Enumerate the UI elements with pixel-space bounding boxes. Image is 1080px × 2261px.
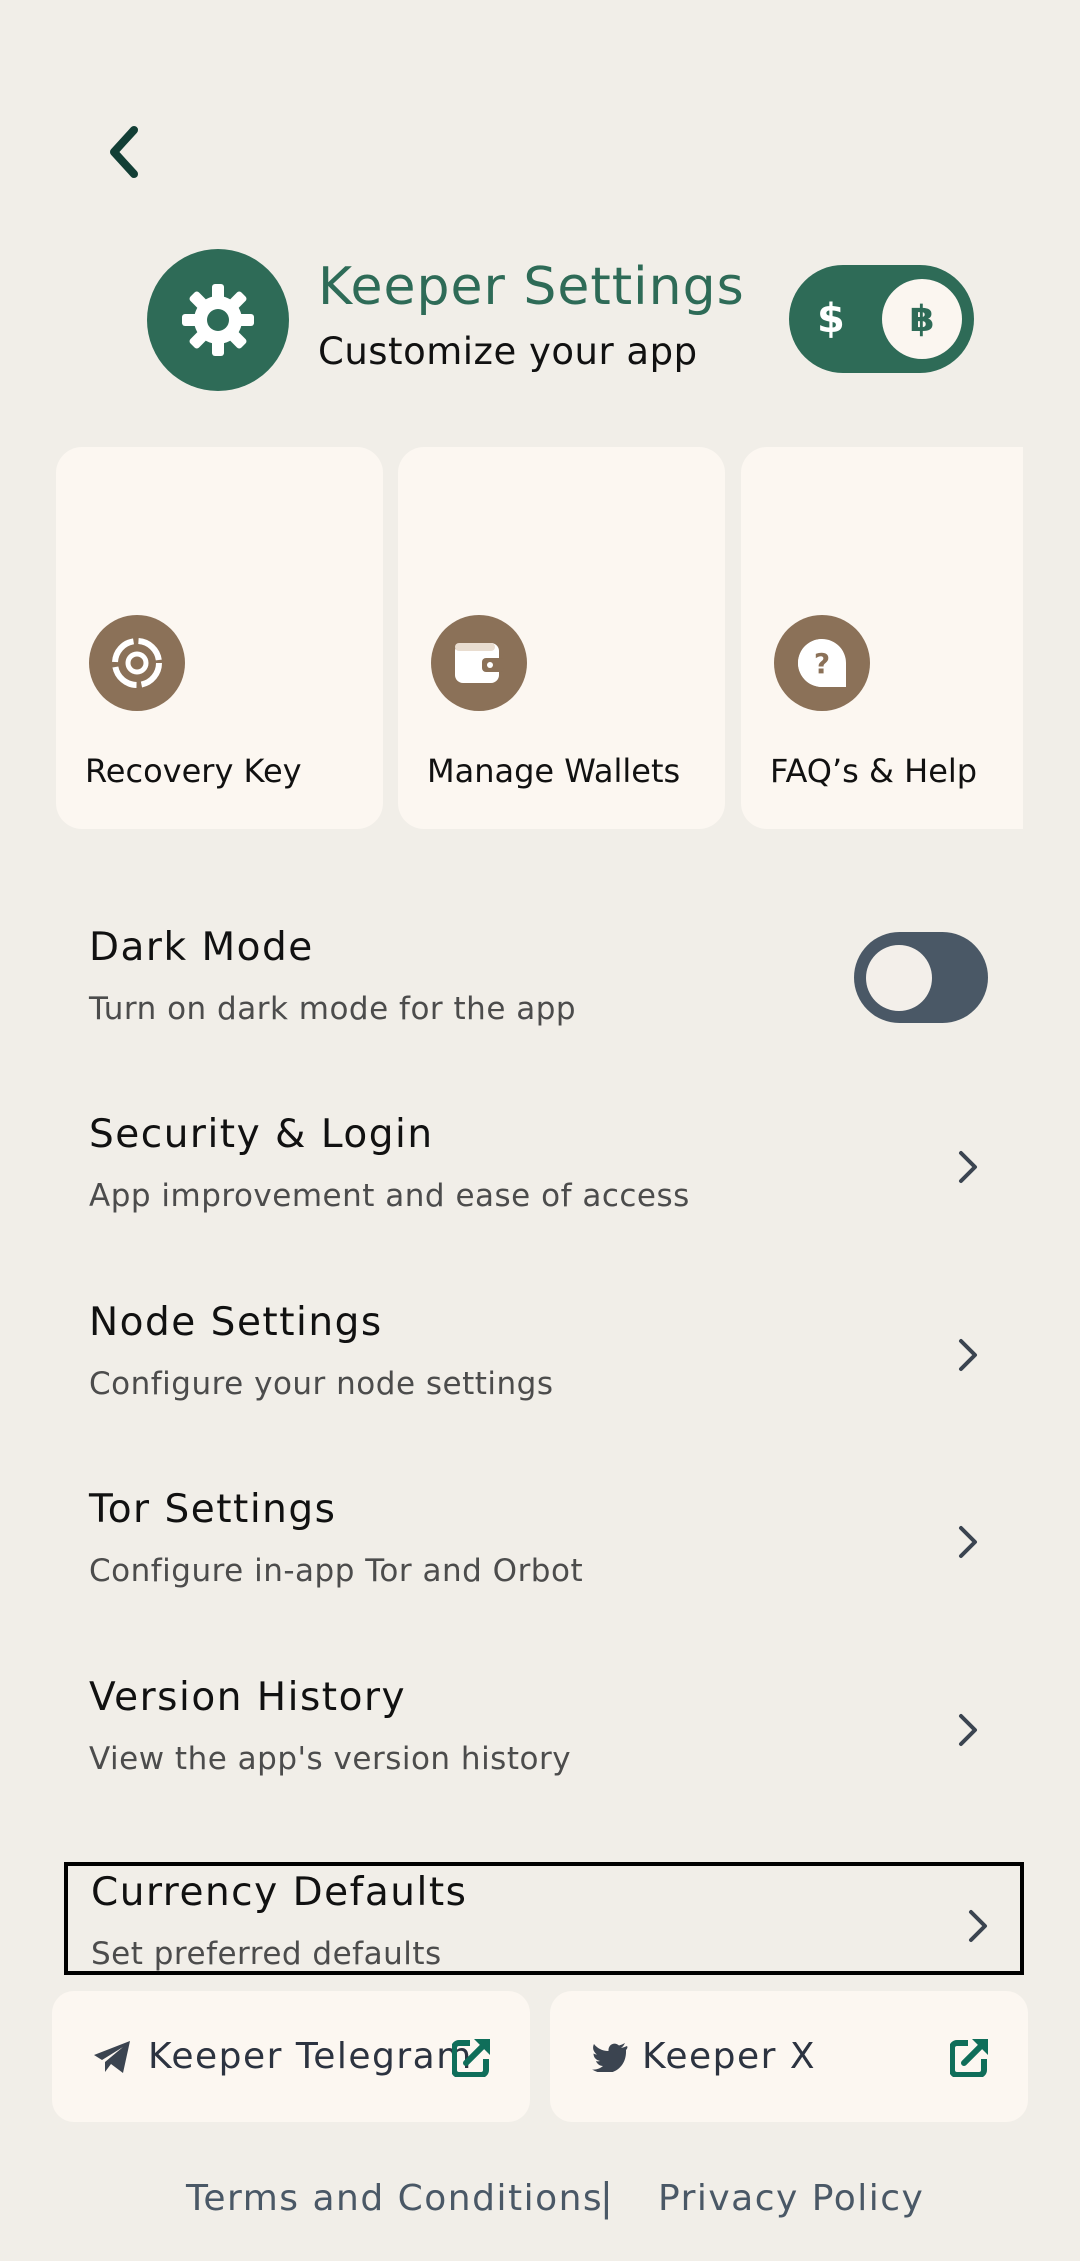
link-label: Keeper X [642,2036,817,2077]
page-title: Keeper Settings [318,257,745,317]
card-recovery-key[interactable]: Recovery Key [56,447,383,829]
setting-node-settings[interactable]: Node Settings Configure your node settin… [66,1300,1006,1413]
card-label: Recovery Key [85,752,302,790]
terms-link[interactable]: Terms and Conditions [186,2178,603,2219]
bitcoin-symbol: ฿ [882,279,962,359]
page-subtitle: Customize your app [318,330,698,373]
twitter-icon [588,2035,632,2079]
chevron-right-icon [958,1896,998,1956]
footer-separator: | [600,2175,613,2219]
help-icon-badge: ? [774,615,870,711]
setting-dark-mode[interactable]: Dark Mode Turn on dark mode for the app [66,925,1006,1038]
telegram-icon [90,2035,134,2079]
dark-mode-toggle[interactable] [854,932,988,1023]
help-icon: ? [798,639,846,687]
chevron-right-icon [948,1137,988,1197]
setting-subtitle: Configure your node settings [89,1366,554,1402]
chevron-left-icon [110,126,138,178]
setting-security-login[interactable]: Security & Login App improvement and eas… [66,1112,1006,1225]
setting-subtitle: App improvement and ease of access [89,1178,690,1214]
setting-title: Dark Mode [89,925,314,970]
chevron-right-icon [948,1325,988,1385]
chevron-right-icon [948,1700,988,1760]
link-label: Keeper Telegram [148,2036,473,2077]
recovery-key-icon-badge [89,615,185,711]
external-link-icon [451,2037,492,2078]
external-link-icon [949,2037,990,2078]
svg-text:?: ? [814,647,830,680]
toggle-knob [866,945,932,1011]
keeper-x-link[interactable]: Keeper X [550,1991,1028,2122]
currency-toggle[interactable]: $ ฿ [789,265,974,373]
setting-currency-defaults[interactable]: Currency Defaults Set preferred defaults [64,1862,1024,1975]
card-faq-help[interactable]: ? FAQ’s & Help [741,447,1023,829]
wallet-icon-badge [431,615,527,711]
gear-icon [182,284,254,356]
setting-title: Node Settings [89,1300,383,1345]
keeper-telegram-link[interactable]: Keeper Telegram [52,1991,530,2122]
setting-title: Tor Settings [89,1487,337,1532]
setting-version-history[interactable]: Version History View the app's version h… [66,1675,1006,1788]
wallet-icon [455,643,504,683]
setting-subtitle: Configure in-app Tor and Orbot [89,1553,584,1589]
header-settings-badge [147,249,289,391]
privacy-link[interactable]: Privacy Policy [658,2178,924,2219]
card-manage-wallets[interactable]: Manage Wallets [398,447,725,829]
dollar-symbol: $ [817,296,845,342]
setting-title: Security & Login [89,1112,434,1157]
setting-subtitle: View the app's version history [89,1741,572,1777]
back-button[interactable] [92,116,156,188]
recovery-key-icon [112,638,162,688]
card-label: Manage Wallets [427,752,681,790]
setting-subtitle: Set preferred defaults [91,1936,442,1972]
card-clip: ? FAQ’s & Help [741,447,1023,829]
card-label: FAQ’s & Help [770,752,978,790]
setting-title: Currency Defaults [91,1870,468,1915]
setting-tor-settings[interactable]: Tor Settings Configure in-app Tor and Or… [66,1487,1006,1600]
setting-subtitle: Turn on dark mode for the app [89,991,577,1027]
setting-title: Version History [89,1675,407,1720]
chevron-right-icon [948,1512,988,1572]
